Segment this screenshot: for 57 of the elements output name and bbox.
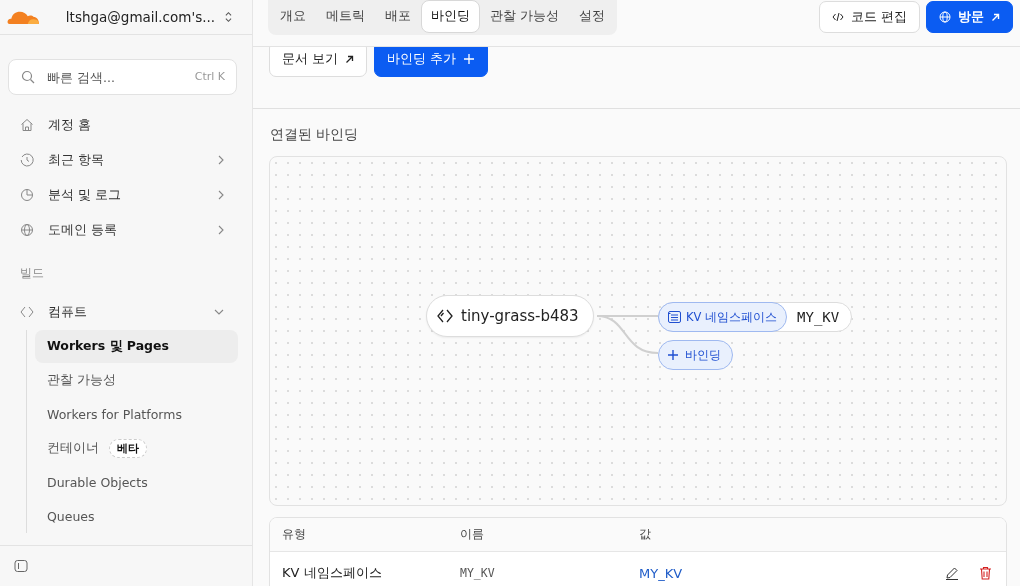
table-cell-text: KV 네임스페이스 xyxy=(282,564,383,582)
edit-icon[interactable] xyxy=(945,566,959,580)
binding-type-tag: KV 네임스페이스 xyxy=(658,302,788,332)
worker-node[interactable]: tiny-grass-b483 xyxy=(426,295,594,337)
history-icon xyxy=(20,152,34,167)
account-name[interactable]: ltshga@gmail.com's... xyxy=(65,9,216,25)
code-brackets-icon xyxy=(437,308,453,324)
code-brackets-icon xyxy=(20,304,34,319)
tab[interactable]: 개요 xyxy=(270,0,316,33)
nav-subitem[interactable]: Queues xyxy=(35,500,238,533)
section-label: 빌드 xyxy=(19,265,45,282)
visit-button[interactable]: 방문 xyxy=(926,1,1013,33)
list-icon xyxy=(668,311,681,323)
globe-icon xyxy=(20,222,34,237)
add-binding-button[interactable]: 바인딩 추가 xyxy=(374,47,489,77)
nav-subitem[interactable]: Durable Objects xyxy=(35,466,238,499)
tab[interactable]: 설정 xyxy=(569,0,616,33)
arrow-up-right-icon xyxy=(991,12,1000,22)
chevron-right-icon xyxy=(218,224,224,235)
nav-item[interactable]: 도메인 등록 xyxy=(0,212,252,247)
globe-icon xyxy=(939,11,951,23)
code-icon xyxy=(831,12,844,22)
nav-subitem[interactable]: Workers 및 Pages xyxy=(35,330,238,363)
nav-group[interactable]: 컴퓨트 xyxy=(0,294,252,329)
sidebar-toggle-icon[interactable] xyxy=(14,559,28,573)
tab[interactable]: 관찰 가능성 xyxy=(480,0,570,33)
delete-icon[interactable] xyxy=(979,566,992,580)
add-binding-node[interactable]: 바인딩 xyxy=(658,340,733,370)
plus-icon xyxy=(667,349,679,361)
tab[interactable]: 배포 xyxy=(375,0,421,33)
nav-subitem[interactable]: Workers for Platforms xyxy=(35,398,238,431)
pie-chart-icon xyxy=(20,187,34,202)
chevron-right-icon xyxy=(218,154,224,165)
nav-item[interactable]: 계정 홈 xyxy=(0,107,252,142)
home-icon xyxy=(20,117,34,132)
binding-node[interactable]: KV 네임스페이스 MY_KV xyxy=(658,302,853,332)
arrow-up-right-icon xyxy=(345,54,355,64)
nav-item[interactable]: 최근 항목 xyxy=(0,142,252,177)
section-title: 연결된 바인딩 xyxy=(269,125,360,144)
value-link[interactable]: MY_KV xyxy=(639,565,683,581)
chevron-right-icon xyxy=(218,189,224,200)
edit-code-button[interactable]: 코드 편집 xyxy=(818,1,920,33)
shortcut-hint: Ctrl K xyxy=(194,70,225,83)
beta-badge: 베타 xyxy=(109,439,147,458)
chevron-up-down-icon[interactable] xyxy=(225,10,232,24)
column-header: 이름 xyxy=(460,527,485,542)
table-cell-text: MY_KV xyxy=(460,566,496,580)
tab[interactable]: 메트릭 xyxy=(316,0,375,33)
nav-subitem[interactable]: 관찰 가능성 xyxy=(35,364,238,397)
plus-icon xyxy=(463,53,476,65)
view-docs-button[interactable]: 문서 보기 xyxy=(269,47,368,77)
nav-item[interactable]: 분석 및 로그 xyxy=(0,177,252,212)
search-icon xyxy=(21,70,35,84)
column-header: 값 xyxy=(639,527,652,542)
column-header: 유형 xyxy=(282,527,307,542)
tab[interactable]: 바인딩 xyxy=(421,0,480,33)
nav-subitem[interactable]: 컨테이너 베타 xyxy=(35,432,238,465)
